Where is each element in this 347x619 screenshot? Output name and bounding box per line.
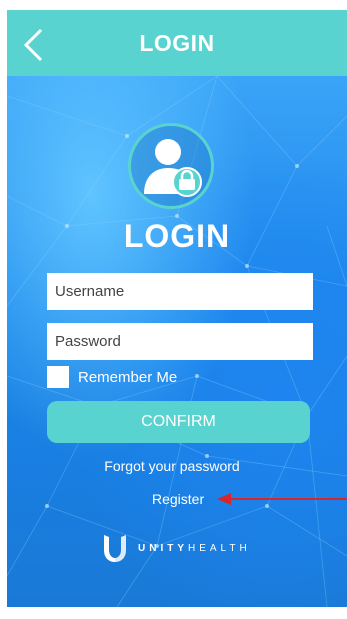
- remember-me-row: Remember Me: [47, 366, 177, 388]
- remember-me-label: Remember Me: [78, 368, 178, 386]
- forgot-password-link[interactable]: Forgot your password: [7, 458, 337, 474]
- top-bar: LOGIN: [7, 10, 347, 76]
- brand-name-light: HEALTH: [188, 542, 251, 554]
- bottom-strip: [7, 607, 347, 619]
- register-link[interactable]: Register: [152, 491, 204, 507]
- login-heading: LOGIN: [123, 218, 231, 254]
- username-input[interactable]: [47, 273, 313, 310]
- user-lock-icon: [128, 123, 214, 209]
- confirm-button[interactable]: CONFIRM: [47, 401, 310, 443]
- brand-name-bold: UNITY: [138, 542, 188, 554]
- red-arrow-icon: [217, 493, 347, 505]
- unityhealth-brand: UNITYHEALTH: [100, 533, 251, 563]
- page-title: LOGIN: [139, 30, 215, 56]
- app-screen: LOGIN LOGIN Username Remember Me CONFIRM…: [7, 10, 347, 619]
- password-input[interactable]: [47, 323, 313, 360]
- remember-me-checkbox[interactable]: [47, 366, 69, 388]
- brand-name: UNITYHEALTH: [138, 543, 251, 554]
- unityhealth-logo-icon: [104, 535, 126, 562]
